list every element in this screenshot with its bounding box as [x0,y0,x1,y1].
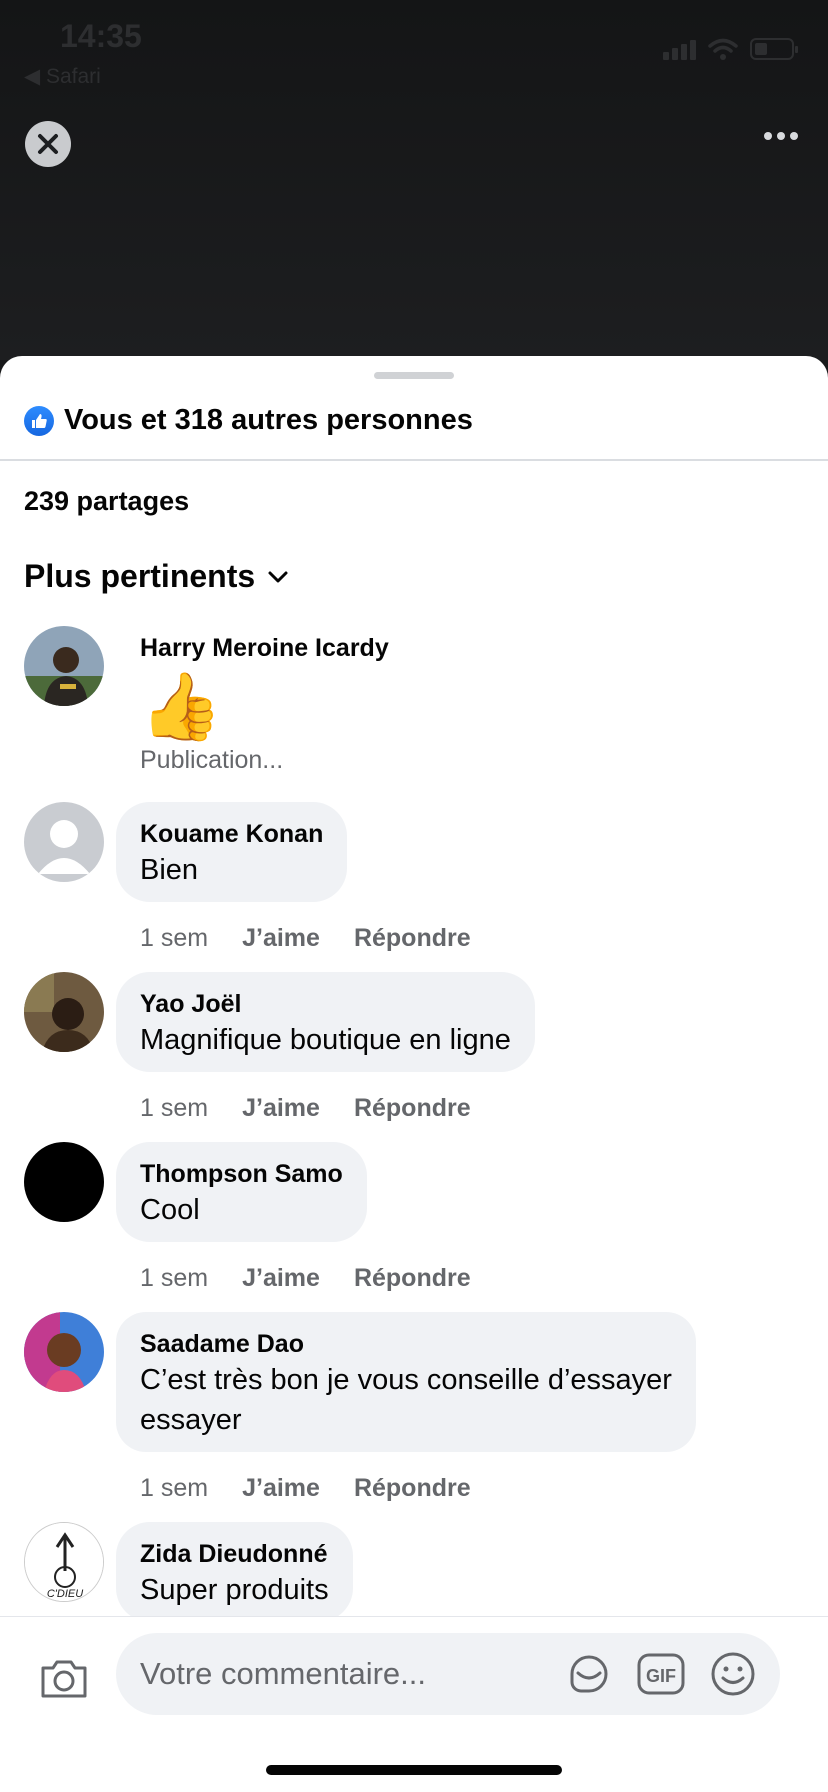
smiley-icon [711,1652,755,1696]
comment-text: Magnifique boutique en ligne [140,1024,511,1056]
comment-text: Bien [140,854,199,886]
comment-author[interactable]: Thompson Samo [140,1158,343,1190]
like-reaction-icon [24,405,54,436]
like-button[interactable]: J’aime [242,1264,320,1293]
comment-bubble[interactable]: Kouame Konan Bien [116,802,348,902]
comment-text: Cool [140,1194,200,1226]
sticker-icon [570,1655,608,1693]
like-button[interactable]: J’aime [242,924,320,953]
reply-button[interactable]: Répondre [354,1094,471,1123]
avatar[interactable] [24,626,104,706]
like-button[interactable]: J’aime [242,1094,320,1123]
more-dot-icon [764,132,772,140]
comment-time: 1 sem [140,924,209,952]
comment-time: 1 sem [140,1094,209,1122]
divider [0,459,828,461]
comment-bubble: Harry Meroine Icardy 👍 Publication... [116,626,413,787]
status-time: 14:35 [60,18,142,54]
comment-author[interactable]: Yao Joël [140,988,511,1020]
home-indicator[interactable] [266,1765,562,1775]
comment-bubble[interactable]: Saadame Dao C’est très bon je vous conse… [116,1312,696,1452]
more-options-button[interactable] [764,132,798,140]
thumbs-up-emoji: 👍 [140,669,223,743]
sort-dropdown[interactable]: Plus pertinents [24,558,289,595]
reactions-summary[interactable]: Vous et 318 autres personnes [24,404,473,437]
avatar[interactable] [24,1312,104,1392]
comment-bubble[interactable]: Yao Joël Magnifique boutique en ligne [116,972,535,1072]
emoji-button[interactable] [708,1649,758,1699]
wifi-icon [708,38,738,60]
svg-text:GIF: GIF [646,1666,676,1686]
close-icon [38,134,58,154]
comment-text: C’est très bon je vous conseille d’essay… [140,1364,672,1396]
camera-icon [41,1660,87,1698]
video-backdrop: 14:35 ◀ Safari [0,0,828,360]
comment-actions: 1 sem J’aime Répondre [140,1264,471,1293]
comment-actions: 1 sem J’aime Répondre [140,924,471,953]
comment-input-pill[interactable]: GIF [116,1633,780,1715]
comment-author[interactable]: Kouame Konan [140,818,323,850]
comment-time: 1 sem [140,1474,209,1502]
status-indicators [663,38,798,60]
comment-author[interactable]: Zida Dieudonné [140,1538,329,1570]
reactions-text: Vous et 318 autres personnes [64,404,473,436]
avatar[interactable] [24,1142,104,1222]
reply-button[interactable]: Répondre [354,1474,471,1503]
more-dot-icon [790,132,798,140]
like-button[interactable]: J’aime [242,1474,320,1503]
battery-icon [750,38,798,60]
avatar-label: C'DIEU [47,1588,83,1600]
comment-input[interactable] [140,1633,540,1715]
sheet-grabber[interactable] [374,372,454,379]
comment-time: 1 sem [140,1264,209,1292]
comment-composer: GIF [0,1616,828,1792]
gif-icon: GIF [637,1653,685,1695]
comments-sheet: Vous et 318 autres personnes 239 partage… [0,356,828,1792]
comment-author[interactable]: Saadame Dao [140,1328,672,1360]
sort-label: Plus pertinents [24,558,256,594]
close-button[interactable] [25,121,71,167]
comment-bubble[interactable]: Thompson Samo Cool [116,1142,367,1242]
comment-bubble[interactable]: Zida Dieudonné Super produits [116,1522,353,1622]
avatar[interactable] [24,802,104,882]
comment-text-continued: essayer [140,1404,242,1436]
reply-button[interactable]: Répondre [354,1264,471,1293]
more-dot-icon [777,132,785,140]
comment-status: Publication... [140,746,284,774]
shares-count[interactable]: 239 partages [24,486,189,517]
comment-actions: 1 sem J’aime Répondre [140,1474,471,1503]
avatar[interactable]: C'DIEU [24,1522,104,1602]
camera-button[interactable] [36,1651,92,1707]
gif-button[interactable]: GIF [636,1649,686,1699]
comment-text: Super produits [140,1574,329,1606]
comment-author[interactable]: Harry Meroine Icardy [140,632,389,664]
signal-icon [663,40,696,60]
chevron-down-icon [268,571,288,582]
avatar[interactable] [24,972,104,1052]
reply-button[interactable]: Répondre [354,924,471,953]
comment-actions: 1 sem J’aime Répondre [140,1094,471,1123]
sticker-button[interactable] [564,1649,614,1699]
back-to-safari[interactable]: ◀ Safari [24,64,101,89]
